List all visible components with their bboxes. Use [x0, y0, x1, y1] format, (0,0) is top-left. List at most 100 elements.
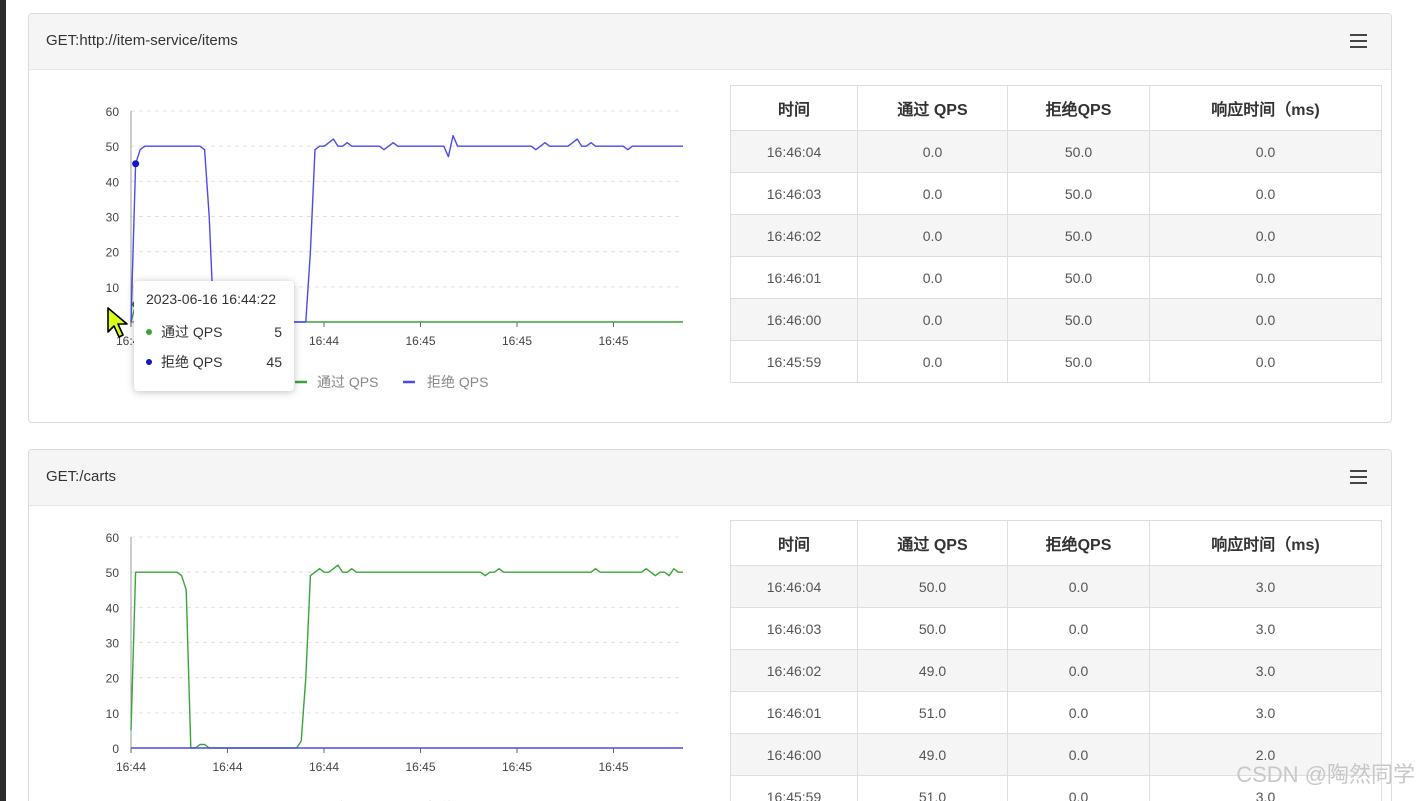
- table-row: 16:46:03 50.0 0.0 3.0: [730, 607, 1382, 650]
- tooltip-value: 5: [274, 324, 282, 340]
- table-cell: 16:46:02: [730, 649, 858, 692]
- tooltip-label: 通过 QPS: [161, 324, 223, 340]
- table-row: 16:46:03 0.0 50.0 0.0: [730, 172, 1382, 215]
- card-title: GET:http://item-service/items: [46, 32, 238, 49]
- table-cell: 0.0: [1149, 130, 1382, 173]
- tooltip-value: 45: [266, 354, 282, 370]
- legend-item[interactable]: 通过 QPS: [317, 374, 378, 390]
- qps-chart-svg[interactable]: 0 10 20 30 40 50 60 16:44 16:44 16:44 16:45 16:45 16…: [69, 510, 699, 801]
- x-tick-label: 16:44: [309, 760, 339, 774]
- table-cell: 16:46:00: [730, 298, 858, 341]
- x-tick-label: 16:45: [502, 334, 532, 348]
- table-row: 16:46:04 50.0 0.0 3.0: [730, 565, 1382, 608]
- table-cell: 3.0: [1149, 691, 1382, 734]
- table-cell: 0.0: [857, 172, 1008, 215]
- qps-line-chart[interactable]: 0 10 20 30 40 50 60 16:44 16:44 16:44 16:45 16:45 16…: [69, 510, 699, 801]
- table-header-cell: 响应时间（ms): [1149, 520, 1382, 566]
- table-cell: 50.0: [1007, 298, 1150, 341]
- x-tick-label: 16:45: [405, 760, 435, 774]
- resource-card-carts: GET:/carts 0 10 20 30 40 50 60 16:44 16:44 16:44 1…: [28, 449, 1392, 801]
- y-tick-label: 50: [106, 566, 120, 580]
- window-edge: [0, 0, 6, 801]
- metrics-table-wrap: 时间 通过 QPS 拒绝QPS 响应时间（ms) 16:46:04 0.0 50.0 0.0…: [730, 85, 1382, 383]
- y-tick-label: 30: [106, 637, 120, 651]
- table-cell: 16:46:03: [730, 172, 858, 215]
- y-tick-label: 20: [106, 246, 120, 260]
- table-cell: 50.0: [1007, 130, 1150, 173]
- table-cell: 50.0: [857, 607, 1008, 650]
- series-line: [130, 564, 683, 749]
- table-cell: 0.0: [1149, 256, 1382, 299]
- card-header: GET:/carts: [29, 450, 1391, 506]
- x-tick-label: 16:44: [309, 334, 339, 348]
- table-cell: 51.0: [857, 691, 1008, 734]
- y-tick-label: 50: [106, 140, 120, 154]
- y-tick-label: 30: [106, 211, 120, 225]
- hamburger-menu-icon[interactable]: [1350, 470, 1367, 484]
- table-cell: 0.0: [1007, 775, 1150, 801]
- table-row: 16:46:02 0.0 50.0 0.0: [730, 214, 1382, 257]
- table-cell: 0.0: [1007, 607, 1150, 650]
- table-cell: 49.0: [857, 649, 1008, 692]
- table-cell: 0.0: [1149, 340, 1382, 383]
- y-tick-label: 60: [106, 531, 120, 545]
- table-row: 16:45:59 0.0 50.0 0.0: [730, 340, 1382, 383]
- y-tick-label: 20: [106, 672, 120, 686]
- table-cell: 0.0: [857, 214, 1008, 257]
- table-cell: 0.0: [1149, 214, 1382, 257]
- table-cell: 50.0: [1007, 172, 1150, 215]
- hamburger-menu-icon[interactable]: [1350, 34, 1367, 48]
- table-cell: 0.0: [857, 130, 1008, 173]
- table-cell: 16:46:04: [730, 130, 858, 173]
- table-header-cell: 拒绝QPS: [1007, 85, 1150, 131]
- table-row: 16:46:01 0.0 50.0 0.0: [730, 256, 1382, 299]
- highlight-point: [132, 160, 140, 168]
- table-header-cell: 通过 QPS: [857, 85, 1008, 131]
- table-header-row: 时间 通过 QPS 拒绝QPS 响应时间（ms): [730, 520, 1382, 566]
- y-tick-label: 10: [106, 707, 120, 721]
- table-body: 16:46:04 0.0 50.0 0.0 16:46:03 0.0 50.0 0.0 16:4…: [730, 130, 1382, 383]
- legend-item[interactable]: 拒绝 QPS: [427, 374, 488, 390]
- x-tick-label: 16:45: [598, 334, 628, 348]
- tooltip-time: 2023-06-16 16:44:22: [146, 291, 276, 307]
- y-tick-label: 40: [106, 175, 120, 189]
- table-row: 16:46:02 49.0 0.0 3.0: [730, 649, 1382, 692]
- table-cell: 50.0: [1007, 256, 1150, 299]
- table-cell: 16:46:02: [730, 214, 858, 257]
- table-cell: 3.0: [1149, 649, 1382, 692]
- series-dot-icon: [146, 359, 152, 365]
- card-title: GET:/carts: [46, 468, 117, 485]
- table-cell: 16:46:00: [730, 733, 858, 776]
- table-cell: 16:46:03: [730, 607, 858, 650]
- table-cell: 0.0: [857, 298, 1008, 341]
- tooltip-row-pass: 通过 QPS 5: [146, 317, 282, 347]
- table-cell: 0.0: [1149, 172, 1382, 215]
- table-row: 16:46:04 0.0 50.0 0.0: [730, 130, 1382, 173]
- table-cell: 51.0: [857, 775, 1008, 801]
- table-cell: 16:46:01: [730, 256, 858, 299]
- table-cell: 3.0: [1149, 607, 1382, 650]
- metrics-table: 时间 通过 QPS 拒绝QPS 响应时间（ms) 16:46:04 0.0 50.0 0.0…: [730, 85, 1382, 383]
- table-cell: 0.0: [1007, 649, 1150, 692]
- y-tick-label: 10: [106, 281, 120, 295]
- table-header-cell: 拒绝QPS: [1007, 520, 1150, 566]
- table-cell: 16:45:59: [730, 775, 858, 801]
- table-header-row: 时间 通过 QPS 拒绝QPS 响应时间（ms): [730, 85, 1382, 131]
- table-cell: 0.0: [857, 340, 1008, 383]
- watermark: CSDN @陶然同学: [1236, 762, 1415, 787]
- table-cell: 0.0: [1007, 565, 1150, 608]
- table-cell: 16:46:04: [730, 565, 858, 608]
- table-cell: 0.0: [857, 256, 1008, 299]
- table-header-cell: 时间: [730, 520, 858, 566]
- mouse-pointer-icon: [107, 307, 128, 338]
- series-dot-icon: [146, 329, 152, 335]
- y-tick-label: 40: [106, 601, 120, 615]
- x-tick-label: 16:44: [212, 760, 242, 774]
- table-cell: 50.0: [1007, 340, 1150, 383]
- tooltip-row-reject: 拒绝 QPS 45: [146, 347, 282, 377]
- table-cell: 0.0: [1007, 733, 1150, 776]
- table-cell: 16:46:01: [730, 691, 858, 734]
- table-header-cell: 时间: [730, 85, 858, 131]
- table-row: 16:46:00 0.0 50.0 0.0: [730, 298, 1382, 341]
- table-header-cell: 通过 QPS: [857, 520, 1008, 566]
